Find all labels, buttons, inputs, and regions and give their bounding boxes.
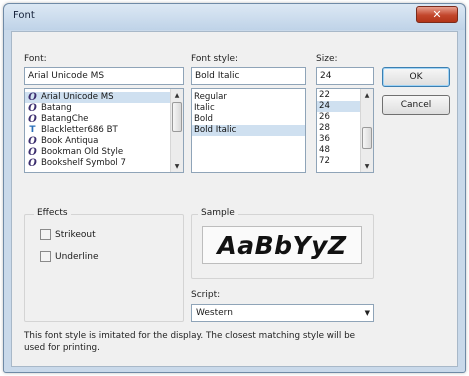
size-list-item-label: 48 bbox=[319, 145, 330, 155]
strikeout-label: Strikeout bbox=[55, 229, 96, 240]
title-bar[interactable]: Font ✕ bbox=[4, 4, 465, 30]
close-button[interactable]: ✕ bbox=[416, 6, 458, 23]
strikeout-checkbox[interactable]: Strikeout bbox=[40, 229, 96, 240]
font-list-item[interactable]: O Arial Unicode MS bbox=[25, 92, 170, 103]
underline-checkbox[interactable]: Underline bbox=[40, 251, 98, 262]
size-list-item-label: 22 bbox=[319, 90, 330, 100]
opentype-font-icon: O bbox=[28, 103, 37, 114]
size-list-item[interactable]: 72 bbox=[317, 156, 360, 167]
font-list[interactable]: O Arial Unicode MS O Batang O BatangChe T Black… bbox=[24, 88, 184, 173]
effects-title: Effects bbox=[34, 208, 71, 218]
scroll-down-icon[interactable]: ▼ bbox=[171, 160, 183, 172]
opentype-font-icon: O bbox=[28, 114, 37, 125]
size-list-item[interactable]: 24 bbox=[317, 101, 360, 112]
style-list-item[interactable]: Italic bbox=[192, 103, 305, 114]
opentype-font-icon: O bbox=[28, 136, 37, 147]
font-list-item-label: Arial Unicode MS bbox=[41, 92, 114, 102]
font-style-list[interactable]: Regular Italic Bold Bold Italic bbox=[191, 88, 306, 173]
font-list-item-label: Blackletter686 BT bbox=[41, 125, 118, 135]
size-list-item-label: 26 bbox=[319, 112, 330, 122]
style-list-item-label: Regular bbox=[194, 92, 227, 102]
scroll-down-icon[interactable]: ▼ bbox=[361, 160, 373, 172]
opentype-font-icon: O bbox=[28, 92, 37, 103]
script-label: Script: bbox=[191, 290, 221, 300]
underline-label: Underline bbox=[55, 251, 99, 262]
window-title: Font bbox=[13, 10, 35, 21]
font-list-item-label: BatangChe bbox=[41, 114, 89, 124]
font-list-item[interactable]: O BatangChe bbox=[25, 114, 170, 125]
font-list-item-label: Batang bbox=[41, 103, 72, 113]
style-list-item-label: Bold Italic bbox=[194, 125, 237, 135]
font-label: Font: bbox=[24, 54, 47, 64]
style-list-item[interactable]: Regular bbox=[192, 92, 305, 103]
font-list-item-label: Bookshelf Symbol 7 bbox=[41, 158, 126, 168]
font-list-item[interactable]: T Blackletter686 BT bbox=[25, 125, 170, 136]
style-list-item[interactable]: Bold bbox=[192, 114, 305, 125]
font-list-item[interactable]: O Book Antiqua bbox=[25, 136, 170, 147]
style-list-item[interactable]: Bold Italic bbox=[192, 125, 305, 136]
size-list-item[interactable]: 26 bbox=[317, 112, 360, 123]
size-list-item-label: 72 bbox=[319, 156, 330, 166]
dialog-client: Font: Arial Unicode MS O Arial Unicode MS… bbox=[11, 31, 458, 367]
script-dropdown[interactable]: Western ▼ bbox=[191, 304, 374, 322]
font-list-scrollbar[interactable]: ▲ ▼ bbox=[170, 89, 183, 172]
font-list-item-label: Book Antiqua bbox=[41, 136, 99, 146]
style-list-item-label: Italic bbox=[194, 103, 215, 113]
font-dialog: Font ✕ Font: Arial Unicode MS O Arial Uni… bbox=[3, 3, 466, 373]
font-name-input[interactable]: Arial Unicode MS bbox=[24, 67, 184, 85]
script-value: Western bbox=[196, 308, 233, 318]
font-list-item[interactable]: O Bookshelf Symbol 7 bbox=[25, 158, 170, 169]
size-list-item[interactable]: 28 bbox=[317, 123, 360, 134]
size-input[interactable]: 24 bbox=[316, 67, 374, 85]
size-list[interactable]: 22 24 26 28 36 48 72 ▲ ▼ bbox=[316, 88, 374, 173]
scroll-thumb[interactable] bbox=[172, 102, 182, 132]
size-list-item-label: 36 bbox=[319, 134, 330, 144]
size-list-item-label: 24 bbox=[319, 101, 330, 111]
chevron-down-icon[interactable]: ▼ bbox=[365, 305, 370, 321]
font-style-label: Font style: bbox=[191, 54, 239, 64]
opentype-font-icon: O bbox=[28, 147, 37, 158]
checkbox-box[interactable] bbox=[40, 251, 51, 262]
close-icon: ✕ bbox=[432, 8, 442, 21]
size-list-item[interactable]: 36 bbox=[317, 134, 360, 145]
sample-title: Sample bbox=[198, 208, 238, 218]
truetype-font-icon: T bbox=[29, 125, 36, 135]
font-list-item[interactable]: O Batang bbox=[25, 103, 170, 114]
scroll-up-icon[interactable]: ▲ bbox=[361, 89, 373, 101]
font-style-input[interactable]: Bold Italic bbox=[191, 67, 306, 85]
opentype-font-icon: O bbox=[28, 158, 37, 169]
size-list-item[interactable]: 48 bbox=[317, 145, 360, 156]
sample-preview: AaBbYyZ bbox=[202, 226, 362, 264]
cancel-button[interactable]: Cancel bbox=[382, 95, 450, 115]
checkbox-box[interactable] bbox=[40, 229, 51, 240]
font-list-item[interactable]: O Bookman Old Style bbox=[25, 147, 170, 158]
style-list-item-label: Bold bbox=[194, 114, 213, 124]
size-list-scrollbar[interactable]: ▲ ▼ bbox=[360, 89, 373, 172]
scroll-thumb[interactable] bbox=[362, 127, 372, 149]
sample-text: AaBbYyZ bbox=[217, 230, 347, 260]
font-list-item-label: Bookman Old Style bbox=[41, 147, 124, 157]
size-list-item-label: 28 bbox=[319, 123, 330, 133]
size-list-item[interactable]: 22 bbox=[317, 90, 360, 101]
font-note: This font style is imitated for the disp… bbox=[24, 331, 356, 353]
size-label: Size: bbox=[316, 54, 338, 64]
scroll-up-icon[interactable]: ▲ bbox=[171, 89, 183, 101]
ok-button[interactable]: OK bbox=[382, 67, 450, 87]
